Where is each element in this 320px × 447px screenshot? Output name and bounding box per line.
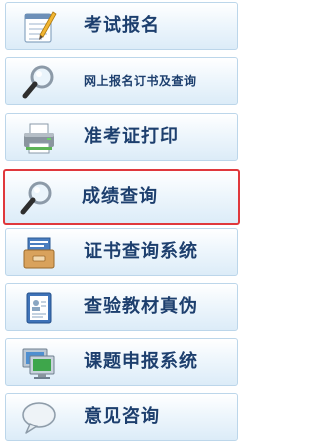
menu-item-admission-ticket-print[interactable]: 准考证打印 [5, 113, 238, 161]
speech-bubble-icon [20, 399, 58, 437]
menu-item-label: 准考证打印 [84, 126, 179, 147]
menu-item-label: 查验教材真伪 [84, 296, 198, 317]
menu-item-label: 课题申报系统 [84, 351, 198, 372]
menu-item-project-application-system[interactable]: 课题申报系统 [5, 338, 238, 386]
printer-icon [20, 119, 58, 157]
menu-item-label: 网上报名订书及查询 [84, 74, 197, 88]
magnifier-icon [20, 63, 58, 101]
notepad-pencil-icon [20, 8, 58, 46]
menu-item-label: 成绩查询 [82, 186, 158, 207]
menu-item-score-query[interactable]: 成绩查询 [3, 169, 240, 225]
id-book-icon [20, 289, 58, 327]
menu-item-textbook-authenticity-check[interactable]: 查验教材真伪 [5, 283, 238, 331]
menu-item-online-registration-order-query[interactable]: 网上报名订书及查询 [5, 57, 238, 105]
menu-item-label: 证书查询系统 [84, 241, 198, 262]
menu-item-certificate-query-system[interactable]: 证书查询系统 [5, 228, 238, 276]
card-drawer-icon [20, 234, 58, 272]
magnifier-icon [18, 179, 56, 217]
menu-item-label: 考试报名 [84, 15, 160, 36]
menu-item-label: 意见咨询 [84, 406, 160, 427]
service-menu: 考试报名 网上报名订书及查询 准考证打印 成绩查询 证书查询系统 查验教材真伪 … [0, 0, 244, 447]
monitor-icon [20, 344, 58, 382]
menu-item-feedback-consultation[interactable]: 意见咨询 [5, 393, 238, 441]
menu-item-exam-registration[interactable]: 考试报名 [5, 2, 238, 50]
